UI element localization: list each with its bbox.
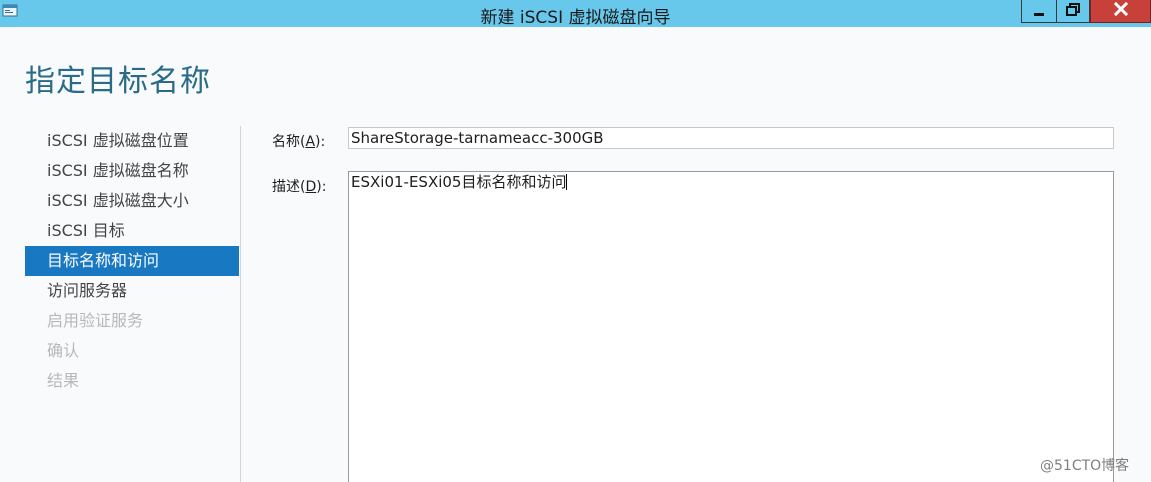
page-title: 指定目标名称 [25, 64, 211, 99]
title-bar[interactable]: 新建 iSCSI 虚拟磁盘向导 [0, 0, 1151, 28]
nav-item-iscsi-target[interactable]: iSCSI 目标 [25, 216, 239, 246]
minimize-icon [1032, 2, 1046, 21]
nav-item-disk-location[interactable]: iSCSI 虚拟磁盘位置 [25, 126, 239, 156]
name-label-accesskey: A [305, 134, 316, 150]
description-textarea[interactable]: ESXi01-ESXi05目标名称和访问 [348, 171, 1114, 482]
restore-icon [1066, 2, 1080, 21]
close-icon [1113, 1, 1129, 21]
nav-item-disk-name[interactable]: iSCSI 虚拟磁盘名称 [25, 156, 239, 186]
description-label: 描述(D): [272, 179, 327, 195]
watermark: @51CTO博客 [1040, 458, 1130, 474]
text-caret [566, 174, 568, 190]
close-button[interactable] [1090, 0, 1151, 23]
nav-item-results: 结果 [47, 371, 80, 390]
nav-item-disk-size[interactable]: iSCSI 虚拟磁盘大小 [25, 186, 239, 216]
name-input[interactable]: ShareStorage-tarnameacc-300GB [348, 127, 1114, 149]
minimize-button[interactable] [1021, 0, 1056, 23]
nav-item-target-name-access[interactable]: 目标名称和访问 [25, 246, 239, 276]
wizard-window: 新建 iSCSI 虚拟磁盘向导 指定目标名称 iSCSI 虚拟磁盘位置 iSCS… [0, 0, 1151, 482]
nav-divider [240, 126, 241, 482]
maximize-button[interactable] [1056, 0, 1090, 23]
window-title: 新建 iSCSI 虚拟磁盘向导 [480, 8, 671, 28]
nav-item-access-servers[interactable]: 访问服务器 [25, 276, 239, 306]
description-label-accesskey: D [305, 179, 317, 195]
name-label: 名称(A): [272, 134, 326, 150]
nav-item-confirmation: 确认 [47, 341, 80, 360]
nav-item-enable-auth: 启用验证服务 [47, 311, 144, 330]
wizard-steps-nav: iSCSI 虚拟磁盘位置 iSCSI 虚拟磁盘名称 iSCSI 虚拟磁盘大小 i… [25, 126, 239, 396]
